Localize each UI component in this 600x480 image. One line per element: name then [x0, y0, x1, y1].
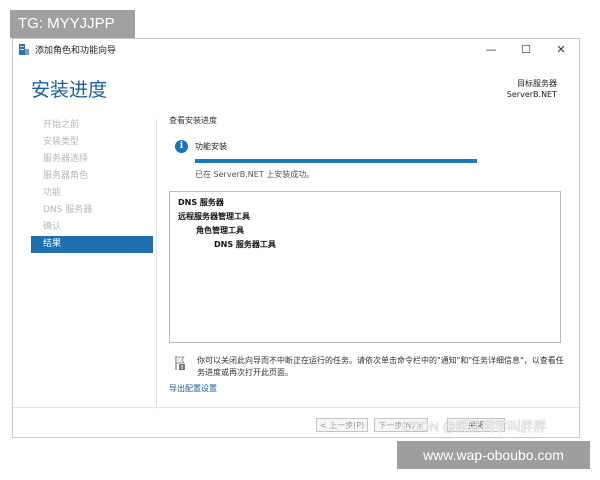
nav-item-results[interactable]: 结果 [31, 236, 153, 253]
info-icon: i [175, 140, 188, 153]
nav-item-before-you-begin: 开始之前 [43, 120, 80, 130]
nav-item-dns-server: DNS 服务器 [43, 205, 93, 215]
progress-fill [195, 159, 477, 163]
wizard-window: 添加角色和功能向导 — ☐ ✕ 安装进度 目标服务器 ServerB.NET 开… [12, 38, 580, 438]
result-item: DNS 服务器工具 [214, 240, 276, 249]
result-item: 角色管理工具 [196, 226, 244, 235]
prev-button[interactable]: < 上一步(P) [316, 418, 368, 432]
target-server: 目标服务器 ServerB.NET [507, 78, 557, 100]
nav-item-features: 功能 [43, 188, 62, 198]
info-note: 你可以关闭此向导而不中断正在运行的任务。请依次单击命令栏中的"通知"和"任务详细… [197, 356, 564, 377]
feature-install-label: 功能安装 [195, 142, 227, 151]
close-window-button[interactable]: ✕ [553, 42, 569, 58]
nav-item-installation-type: 安装类型 [43, 137, 80, 147]
wizard-nav: 开始之前 安装类型 服务器选择 服务器角色 功能 DNS 服务器 确认 结果 [31, 117, 153, 253]
result-item: 远程服务器管理工具 [178, 212, 250, 221]
target-server-label: 目标服务器 [517, 79, 557, 88]
watermark-bottom: www.wap-oboubo.com [397, 441, 590, 469]
watermark-top: TG: MYYJJPP [10, 10, 135, 38]
nav-item-confirmation: 确认 [43, 222, 62, 232]
csdn-watermark: CSDN @胖胖同学叫胖胖 [402, 419, 547, 434]
install-progress-bar [195, 159, 477, 163]
title-bar: 添加角色和功能向导 — ☐ ✕ [13, 39, 579, 61]
window-title: 添加角色和功能向导 [35, 46, 117, 56]
notification-flag-icon [175, 356, 185, 370]
export-config-link[interactable]: 导出配置设置 [169, 383, 217, 394]
results-list[interactable]: DNS 服务器 远程服务器管理工具 角色管理工具 DNS 服务器工具 [169, 191, 561, 343]
minimize-button[interactable]: — [483, 42, 499, 58]
section-label: 查看安装进度 [169, 116, 217, 125]
target-server-name: ServerB.NET [506, 90, 557, 99]
nav-item-server-roles: 服务器角色 [43, 171, 89, 181]
nav-item-server-selection: 服务器选择 [43, 154, 89, 164]
result-item: DNS 服务器 [178, 198, 224, 207]
install-status: 已在 ServerB.NET 上安装成功。 [195, 170, 315, 179]
main-content: 查看安装进度 i 功能安装 已在 ServerB.NET 上安装成功。 DNS … [169, 115, 564, 393]
maximize-button[interactable]: ☐ [518, 42, 534, 58]
nav-divider [156, 119, 157, 409]
server-manager-icon [19, 44, 29, 55]
page-title: 安装进度 [31, 79, 108, 101]
